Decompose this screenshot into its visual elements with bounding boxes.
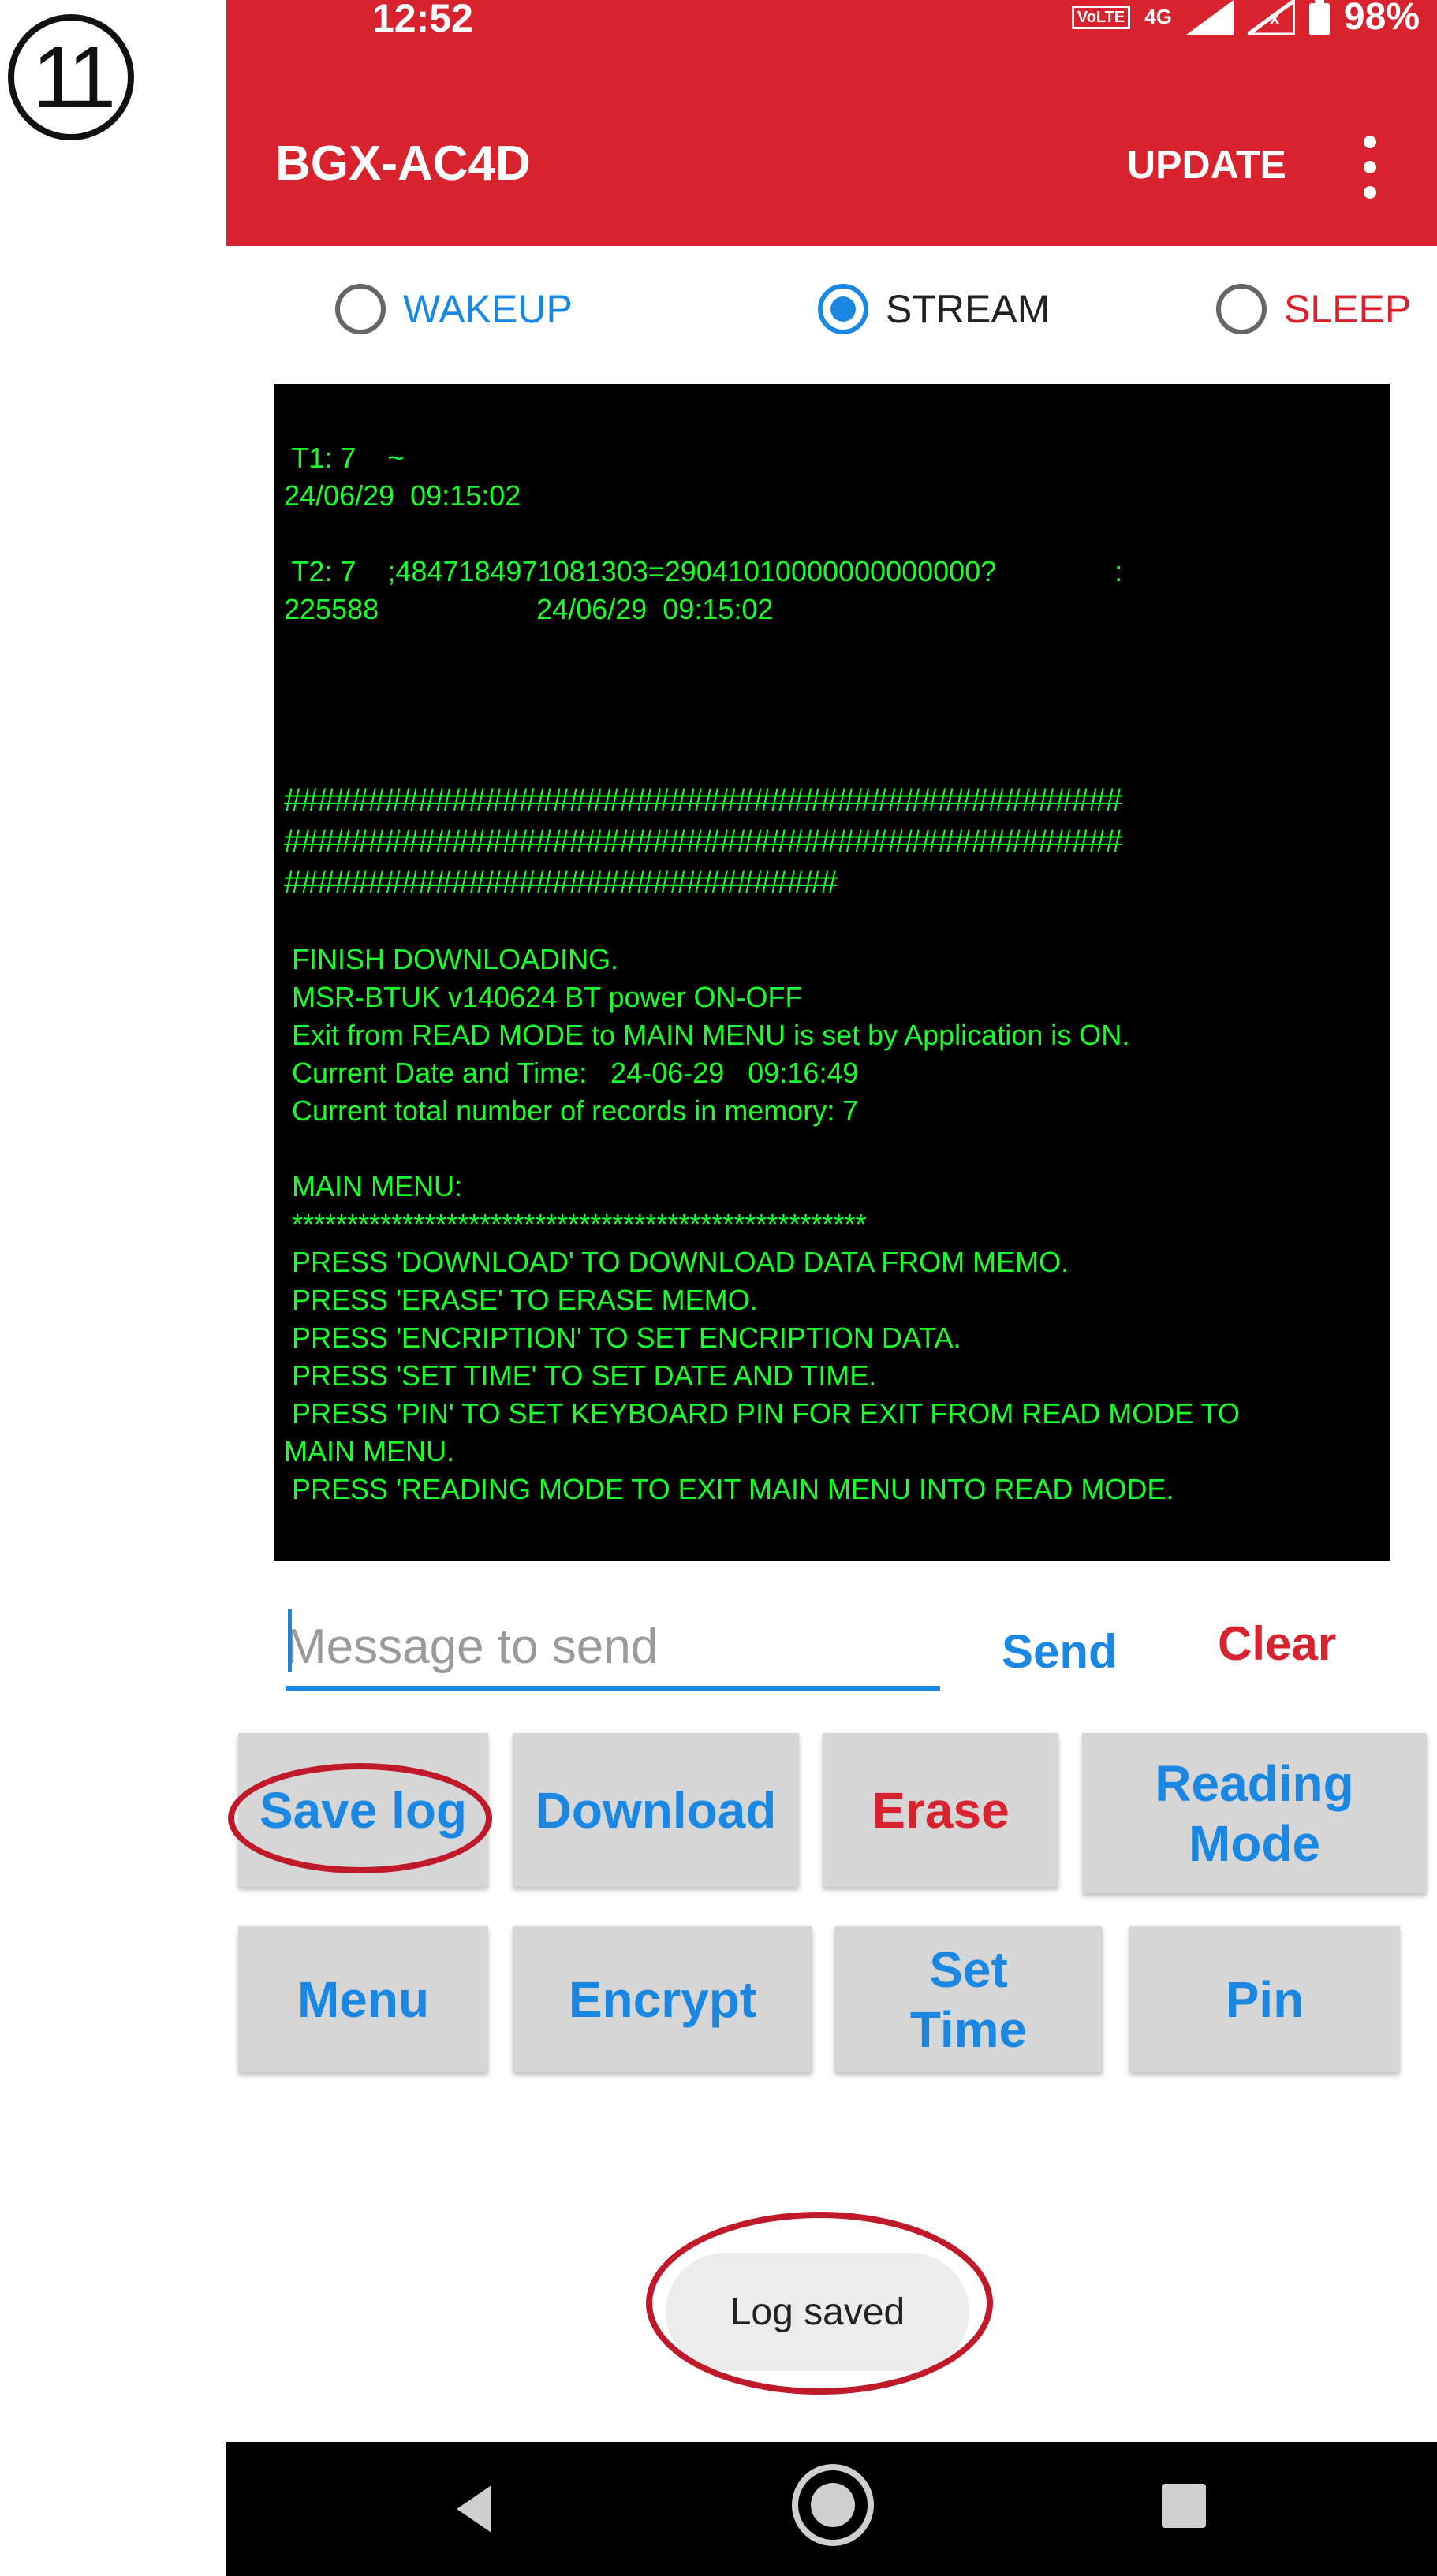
encrypt-button[interactable]: Encrypt	[513, 1926, 812, 2072]
text-cursor	[288, 1609, 292, 1672]
button-label: Erase	[872, 1781, 1010, 1839]
terminal-line: MAIN MENU.	[284, 1435, 454, 1467]
network-type-icon: 4G	[1144, 5, 1172, 28]
terminal-line: FINISH DOWNLOADING.	[284, 943, 619, 975]
terminal-line: PRESS 'ENCRIPTION' TO SET ENCRIPTION DAT…	[284, 1322, 961, 1354]
button-label: Encrypt	[568, 1970, 757, 2028]
terminal-line: #################################	[284, 865, 838, 900]
send-button[interactable]: Send	[1002, 1624, 1118, 1679]
home-icon[interactable]	[792, 2464, 874, 2546]
reading-mode-button[interactable]: Reading Mode	[1082, 1733, 1427, 1893]
status-icons: VoLTE 4G x 98%	[1071, 0, 1420, 39]
navigation-bar	[226, 2442, 1437, 2576]
button-label: Save log	[259, 1781, 468, 1839]
volte-icon: VoLTE	[1071, 5, 1131, 29]
device-title: BGX-AC4D	[275, 136, 531, 191]
terminal-line: 225588 24/06/29 09:15:02	[284, 593, 774, 625]
toast-message: Log saved	[666, 2253, 969, 2371]
button-label: Pin	[1225, 1970, 1304, 2028]
back-icon[interactable]	[457, 2485, 491, 2533]
battery-percent: 98%	[1343, 0, 1420, 38]
sleep-label: SLEEP	[1284, 287, 1412, 331]
radio-circle-icon	[335, 284, 386, 334]
terminal-line: PRESS 'READING MODE TO EXIT MAIN MENU IN…	[284, 1473, 1174, 1505]
button-label: Reading Mode	[1155, 1754, 1354, 1872]
battery-icon	[1308, 0, 1330, 35]
button-label: Menu	[297, 1970, 430, 2028]
terminal-line: PRESS 'ERASE' TO ERASE MEMO.	[284, 1284, 758, 1316]
clear-button[interactable]: Clear	[1218, 1616, 1336, 1671]
terminal-line: Exit from READ MODE to MAIN MENU is set …	[284, 1019, 1130, 1051]
status-time: 12:52	[372, 0, 473, 40]
step-number: 11	[32, 28, 116, 126]
stream-label: STREAM	[886, 287, 1051, 331]
button-label: Set Time	[909, 1940, 1028, 2058]
terminal-line: PRESS 'SET TIME' TO SET DATE AND TIME.	[284, 1359, 877, 1392]
status-bar: 12:52 VoLTE 4G x 98%	[226, 0, 1437, 49]
terminal-line: ########################################…	[284, 783, 1122, 818]
terminal-line: T2: 7 ;4847184971081303=2904101000000000…	[284, 555, 1123, 587]
terminal-line: ########################################…	[284, 824, 1122, 859]
download-button[interactable]: Download	[513, 1733, 799, 1887]
terminal-line: MAIN MENU:	[284, 1170, 463, 1202]
save-log-button[interactable]: Save log	[238, 1733, 488, 1887]
pin-button[interactable]: Pin	[1129, 1926, 1400, 2072]
update-button[interactable]: UPDATE	[1127, 142, 1286, 188]
stream-radio[interactable]: STREAM	[818, 284, 1050, 334]
phone-screen: 12:52 VoLTE 4G x 98% BGX-AC4D UPDATE WAK…	[226, 0, 1437, 2576]
radio-circle-icon	[1216, 284, 1267, 334]
step-number-badge: 11	[8, 14, 134, 140]
recents-icon[interactable]	[1162, 2484, 1206, 2528]
overflow-menu-icon[interactable]	[1362, 136, 1378, 199]
erase-button[interactable]: Erase	[823, 1733, 1058, 1887]
svg-text:x: x	[1270, 8, 1280, 28]
terminal-line: Current Date and Time: 24-06-29 09:16:49	[284, 1057, 859, 1089]
message-input[interactable]	[286, 1607, 940, 1691]
radio-circle-icon	[818, 284, 868, 334]
terminal-output[interactable]: T1: 7 ~ 24/06/29 09:15:02 T2: 7 ;48471849…	[274, 384, 1390, 1561]
sleep-radio[interactable]: SLEEP	[1216, 284, 1411, 334]
wakeup-radio[interactable]: WAKEUP	[335, 284, 573, 334]
terminal-line: 24/06/29 09:15:02	[284, 479, 521, 512]
mode-radio-group: WAKEUP STREAM SLEEP	[226, 284, 1437, 347]
wakeup-label: WAKEUP	[403, 287, 573, 331]
terminal-line: PRESS 'PIN' TO SET KEYBOARD PIN FOR EXIT…	[284, 1397, 1240, 1430]
menu-button[interactable]: Menu	[238, 1926, 488, 2072]
terminal-line: ****************************************…	[284, 1208, 867, 1240]
app-bar: BGX-AC4D UPDATE	[226, 49, 1437, 246]
button-label: Download	[535, 1781, 777, 1839]
signal-icon	[1185, 0, 1234, 35]
signal-x-icon: x	[1247, 0, 1295, 35]
set-time-button[interactable]: Set Time	[834, 1926, 1103, 2072]
terminal-line: Current total number of records in memor…	[284, 1094, 859, 1127]
terminal-line: PRESS 'DOWNLOAD' TO DOWNLOAD DATA FROM M…	[284, 1246, 1069, 1278]
terminal-line: MSR-BTUK v140624 BT power ON-OFF	[284, 981, 803, 1013]
terminal-line: T1: 7 ~	[284, 442, 405, 474]
